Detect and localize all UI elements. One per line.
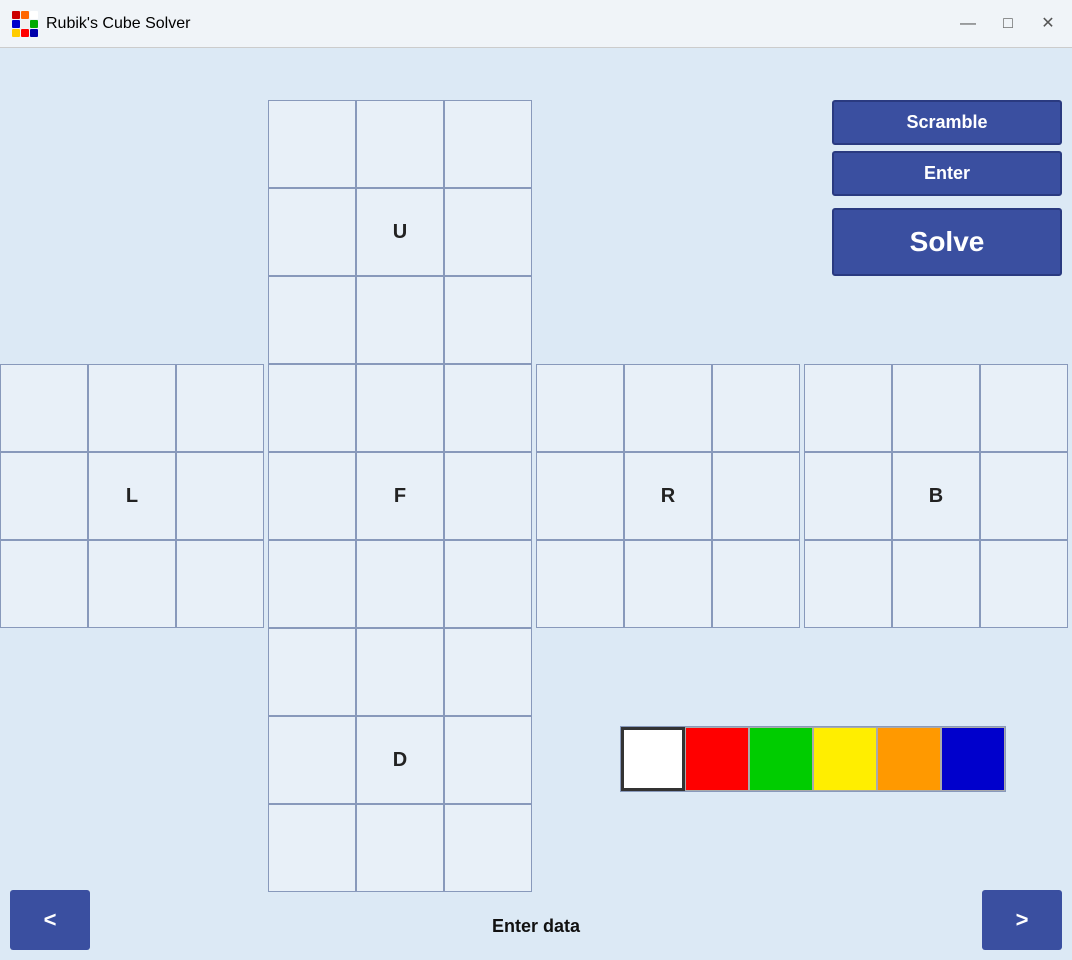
right-panel: Scramble Enter Solve <box>832 100 1062 276</box>
cell-L-4[interactable]: L <box>88 452 176 540</box>
titlebar: Rubik's Cube Solver — □ ✕ <box>0 0 1072 48</box>
cell-L-8[interactable] <box>176 540 264 628</box>
cell-L-3[interactable] <box>0 452 88 540</box>
scramble-button[interactable]: Scramble <box>832 100 1062 145</box>
cell-F-5[interactable] <box>444 452 532 540</box>
cell-L-6[interactable] <box>0 540 88 628</box>
nav-right-button[interactable]: > <box>982 890 1062 950</box>
cell-R-0[interactable] <box>536 364 624 452</box>
maximize-button[interactable]: □ <box>996 12 1020 36</box>
minimize-button[interactable]: — <box>956 12 980 36</box>
app-title: Rubik's Cube Solver <box>46 15 190 33</box>
cell-U-1[interactable] <box>356 100 444 188</box>
cell-D-4[interactable]: D <box>356 716 444 804</box>
color-white[interactable] <box>621 727 685 791</box>
face-F: F <box>268 364 532 628</box>
face-R: R <box>536 364 800 628</box>
color-blue[interactable] <box>941 727 1005 791</box>
cell-U-6[interactable] <box>268 276 356 364</box>
cell-R-6[interactable] <box>536 540 624 628</box>
cell-U-0[interactable] <box>268 100 356 188</box>
color-orange[interactable] <box>877 727 941 791</box>
cell-U-2[interactable] <box>444 100 532 188</box>
cell-D-7[interactable] <box>356 804 444 892</box>
cell-U-7[interactable] <box>356 276 444 364</box>
cell-B-0[interactable] <box>804 364 892 452</box>
cell-F-1[interactable] <box>356 364 444 452</box>
cell-D-6[interactable] <box>268 804 356 892</box>
cell-R-3[interactable] <box>536 452 624 540</box>
cell-B-5[interactable] <box>980 452 1068 540</box>
cell-R-4[interactable]: R <box>624 452 712 540</box>
cell-D-0[interactable] <box>268 628 356 716</box>
cell-U-5[interactable] <box>444 188 532 276</box>
color-yellow[interactable] <box>813 727 877 791</box>
main-area: Scramble Enter Solve U L F <box>0 48 1072 960</box>
cell-U-8[interactable] <box>444 276 532 364</box>
enter-data-label: Enter data <box>492 916 580 937</box>
color-palette <box>620 726 1006 792</box>
cell-B-3[interactable] <box>804 452 892 540</box>
face-B: B <box>804 364 1068 628</box>
cell-U-3[interactable] <box>268 188 356 276</box>
cell-B-7[interactable] <box>892 540 980 628</box>
cell-D-3[interactable] <box>268 716 356 804</box>
cell-B-2[interactable] <box>980 364 1068 452</box>
cell-L-5[interactable] <box>176 452 264 540</box>
cell-F-2[interactable] <box>444 364 532 452</box>
solve-button[interactable]: Solve <box>832 208 1062 276</box>
cell-F-6[interactable] <box>268 540 356 628</box>
cell-F-7[interactable] <box>356 540 444 628</box>
cell-R-5[interactable] <box>712 452 800 540</box>
cell-F-0[interactable] <box>268 364 356 452</box>
cell-R-2[interactable] <box>712 364 800 452</box>
cell-L-1[interactable] <box>88 364 176 452</box>
color-red[interactable] <box>685 727 749 791</box>
cell-D-2[interactable] <box>444 628 532 716</box>
cell-R-7[interactable] <box>624 540 712 628</box>
face-L: L <box>0 364 264 628</box>
face-D: D <box>268 628 532 892</box>
cell-F-8[interactable] <box>444 540 532 628</box>
cell-L-2[interactable] <box>176 364 264 452</box>
cell-R-8[interactable] <box>712 540 800 628</box>
cell-D-1[interactable] <box>356 628 444 716</box>
cell-D-5[interactable] <box>444 716 532 804</box>
bottom-bar: < Enter data > <box>0 892 1072 960</box>
cell-B-6[interactable] <box>804 540 892 628</box>
cell-U-4[interactable]: U <box>356 188 444 276</box>
cell-D-8[interactable] <box>444 804 532 892</box>
cell-B-4[interactable]: B <box>892 452 980 540</box>
cell-B-8[interactable] <box>980 540 1068 628</box>
cell-L-0[interactable] <box>0 364 88 452</box>
app-icon <box>12 11 38 37</box>
face-U: U <box>268 100 532 364</box>
cell-F-3[interactable] <box>268 452 356 540</box>
nav-left-button[interactable]: < <box>10 890 90 950</box>
window-controls: — □ ✕ <box>956 12 1060 36</box>
cell-F-4[interactable]: F <box>356 452 444 540</box>
cell-R-1[interactable] <box>624 364 712 452</box>
close-button[interactable]: ✕ <box>1036 12 1060 36</box>
cell-L-7[interactable] <box>88 540 176 628</box>
color-green[interactable] <box>749 727 813 791</box>
cell-B-1[interactable] <box>892 364 980 452</box>
enter-button[interactable]: Enter <box>832 151 1062 196</box>
